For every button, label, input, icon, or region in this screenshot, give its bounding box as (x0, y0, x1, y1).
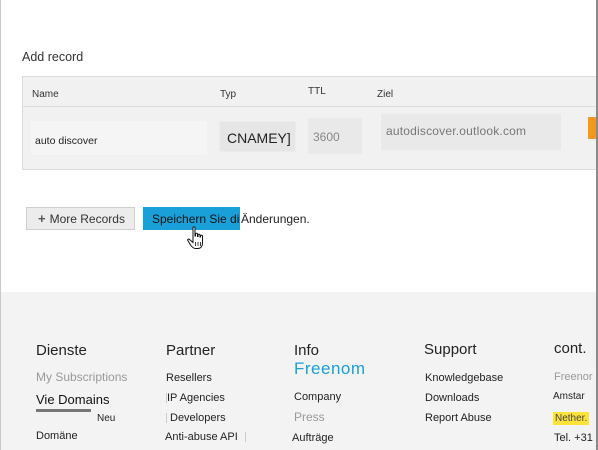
footer-link-anti-abuse-api[interactable]: Anti-abuse API (165, 431, 238, 443)
footer-link-resellers[interactable]: Resellers (166, 372, 212, 384)
more-records-button[interactable]: + More Records (26, 207, 135, 230)
column-header-type: Typ (220, 89, 237, 100)
footer-contact-country: Nether. (553, 412, 590, 425)
footer-heading-support: Support (424, 341, 477, 358)
footer-heading-services: Dienste (36, 342, 87, 359)
footer-link-developers[interactable]: Developers (170, 412, 226, 424)
add-record-title: Add record (22, 50, 84, 64)
footer-heading-partner: Partner (166, 342, 216, 359)
hand-pointer-icon (187, 226, 203, 249)
footer-link-domain[interactable]: Domäne (36, 430, 78, 442)
footer-link-vie-domains[interactable]: Vie Domains (36, 392, 109, 407)
footer-link-orders[interactable]: Aufträge (292, 432, 334, 444)
footer-link-press[interactable]: Press (294, 410, 325, 424)
record-table: Name Typ TTL Ziel auto discover CNAMEY] … (22, 76, 598, 170)
footer-heading-contact: cont. (554, 340, 587, 357)
footer-link-ip-agencies[interactable]: IP Agencies (167, 392, 225, 404)
column-header-target: Ziel (377, 89, 394, 100)
footer-brand-freenom: Freenom (294, 359, 366, 378)
footer-link-report-abuse[interactable]: Report Abuse (425, 412, 492, 424)
save-changes-group: Speichern Sie die Änderungen. (143, 207, 310, 230)
ttl-field[interactable]: 3600 (308, 118, 362, 154)
footer-link-knowledgebase[interactable]: Knowledgebase (425, 372, 503, 384)
footer-contact-company: Freenor (554, 371, 593, 383)
site-footer: Dienste My Subscriptions Vie Domains Neu… (0, 292, 598, 450)
record-table-header: Name Typ TTL Ziel (23, 77, 597, 107)
footer-new-badge: Neu (97, 413, 116, 424)
footer-contact-address: Amstar (553, 391, 585, 402)
footer-fine-print (36, 409, 91, 412)
footer-link-company[interactable]: Company (294, 391, 341, 403)
target-field[interactable]: autodiscover.outlook.com (381, 114, 561, 150)
footer-heading-info: Info (294, 342, 320, 359)
plus-icon: + (38, 211, 46, 226)
name-field[interactable]: auto discover (31, 121, 207, 155)
footer-divider (166, 393, 167, 403)
column-header-ttl: TTL (308, 86, 326, 97)
more-records-label: More Records (49, 211, 125, 226)
type-select[interactable]: CNAMEY] (219, 121, 296, 152)
save-changes-label-tail: Änderungen. (241, 211, 310, 226)
footer-divider (166, 413, 167, 423)
column-header-name: Name (32, 89, 59, 100)
footer-contact-phone: Tel. +31 (554, 432, 593, 444)
footer-link-downloads[interactable]: Downloads (425, 392, 479, 404)
footer-divider (245, 432, 246, 442)
record-action-button[interactable] (588, 117, 598, 139)
footer-link-my-subscriptions[interactable]: My Subscriptions (36, 370, 127, 384)
